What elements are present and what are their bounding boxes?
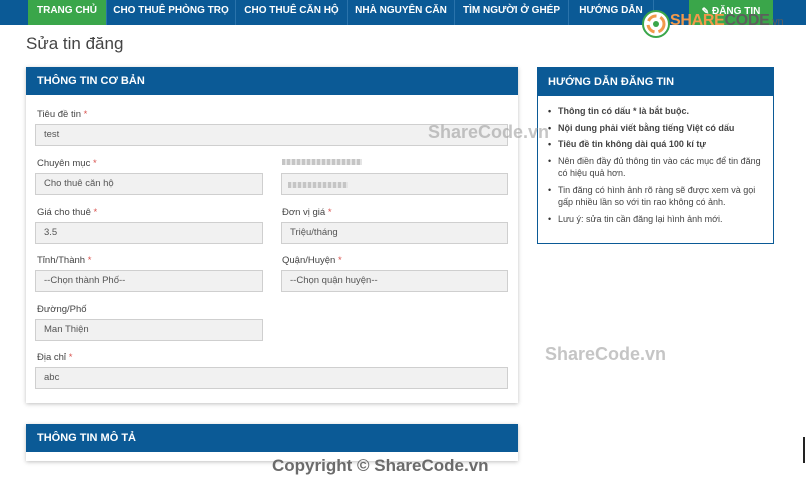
watermark: ShareCode.vn <box>428 122 550 142</box>
category-select[interactable]: Cho thuê căn hộ <box>35 173 263 195</box>
guide-item: Thông tin có dấu * là bắt buộc. <box>548 105 765 118</box>
guide-item: Nên điền đầy đủ thông tin vào các mục để… <box>548 155 765 180</box>
nav-item-rooms[interactable]: CHO THUÊ PHÒNG TRỌ <box>107 0 236 25</box>
title-label: Tiêu đề tin * <box>37 109 88 120</box>
nav-item-home[interactable]: TRANG CHỦ <box>28 0 107 25</box>
district-select[interactable]: --Chọn quận huyện-- <box>281 270 508 292</box>
street-label: Đường/Phố <box>37 304 87 315</box>
unit-select[interactable]: Triệu/tháng <box>281 222 508 244</box>
obscured-input[interactable] <box>281 173 508 195</box>
sharecode-logo: SHARECODE.vn <box>640 6 806 48</box>
nav-item-roommates[interactable]: TÌM NGƯỜI Ở GHÉP <box>455 0 569 25</box>
street-input[interactable]: Man Thiện <box>35 319 263 341</box>
watermark: ShareCode.vn <box>545 344 667 364</box>
nav-item-houses[interactable]: NHÀ NGUYÊN CĂN <box>348 0 455 25</box>
district-label: Quận/Huyện * <box>282 255 342 266</box>
copyright-watermark: Copyright © ShareCode.vn <box>272 456 489 475</box>
guide-item: Tin đăng có hình ảnh rõ ràng sẽ được xem… <box>548 184 765 209</box>
basic-info-panel: THÔNG TIN CƠ BẢN Tiêu đề tin * test Chuy… <box>26 67 518 403</box>
price-label: Giá cho thuê * <box>37 207 98 218</box>
nav-item-apartments[interactable]: CHO THUÊ CĂN HỘ <box>236 0 348 25</box>
address-label: Địa chỉ * <box>37 352 73 363</box>
logo-mark-icon <box>642 10 670 38</box>
category-label: Chuyên mục * <box>37 158 97 169</box>
scrollbar-marker <box>803 437 805 463</box>
obscured-label <box>282 159 362 165</box>
address-input[interactable]: abc <box>35 367 508 389</box>
unit-label: Đơn vị giá * <box>282 207 332 218</box>
logo-text: SHARECODE.vn <box>670 12 784 29</box>
guide-item: Nội dung phải viết bằng tiếng Việt có dấ… <box>548 122 765 135</box>
page-title: Sửa tin đăng <box>26 34 124 53</box>
guide-heading: HƯỚNG DẪN ĐĂNG TIN <box>538 68 773 96</box>
city-label: Tỉnh/Thành * <box>37 255 92 266</box>
description-heading: THÔNG TIN MÔ TẢ <box>26 424 518 452</box>
posting-guide-box: HƯỚNG DẪN ĐĂNG TIN Thông tin có dấu * là… <box>537 67 774 244</box>
city-select[interactable]: --Chọn thành Phố-- <box>35 270 263 292</box>
guide-item: Tiêu đề tin không dài quá 100 kí tự <box>548 138 765 151</box>
price-input[interactable]: 3.5 <box>35 222 263 244</box>
guide-list: Thông tin có dấu * là bắt buộc. Nội dung… <box>538 96 773 225</box>
basic-info-heading: THÔNG TIN CƠ BẢN <box>26 67 518 95</box>
guide-item: Lưu ý: sửa tin cần đăng lại hình ảnh mới… <box>548 213 765 226</box>
